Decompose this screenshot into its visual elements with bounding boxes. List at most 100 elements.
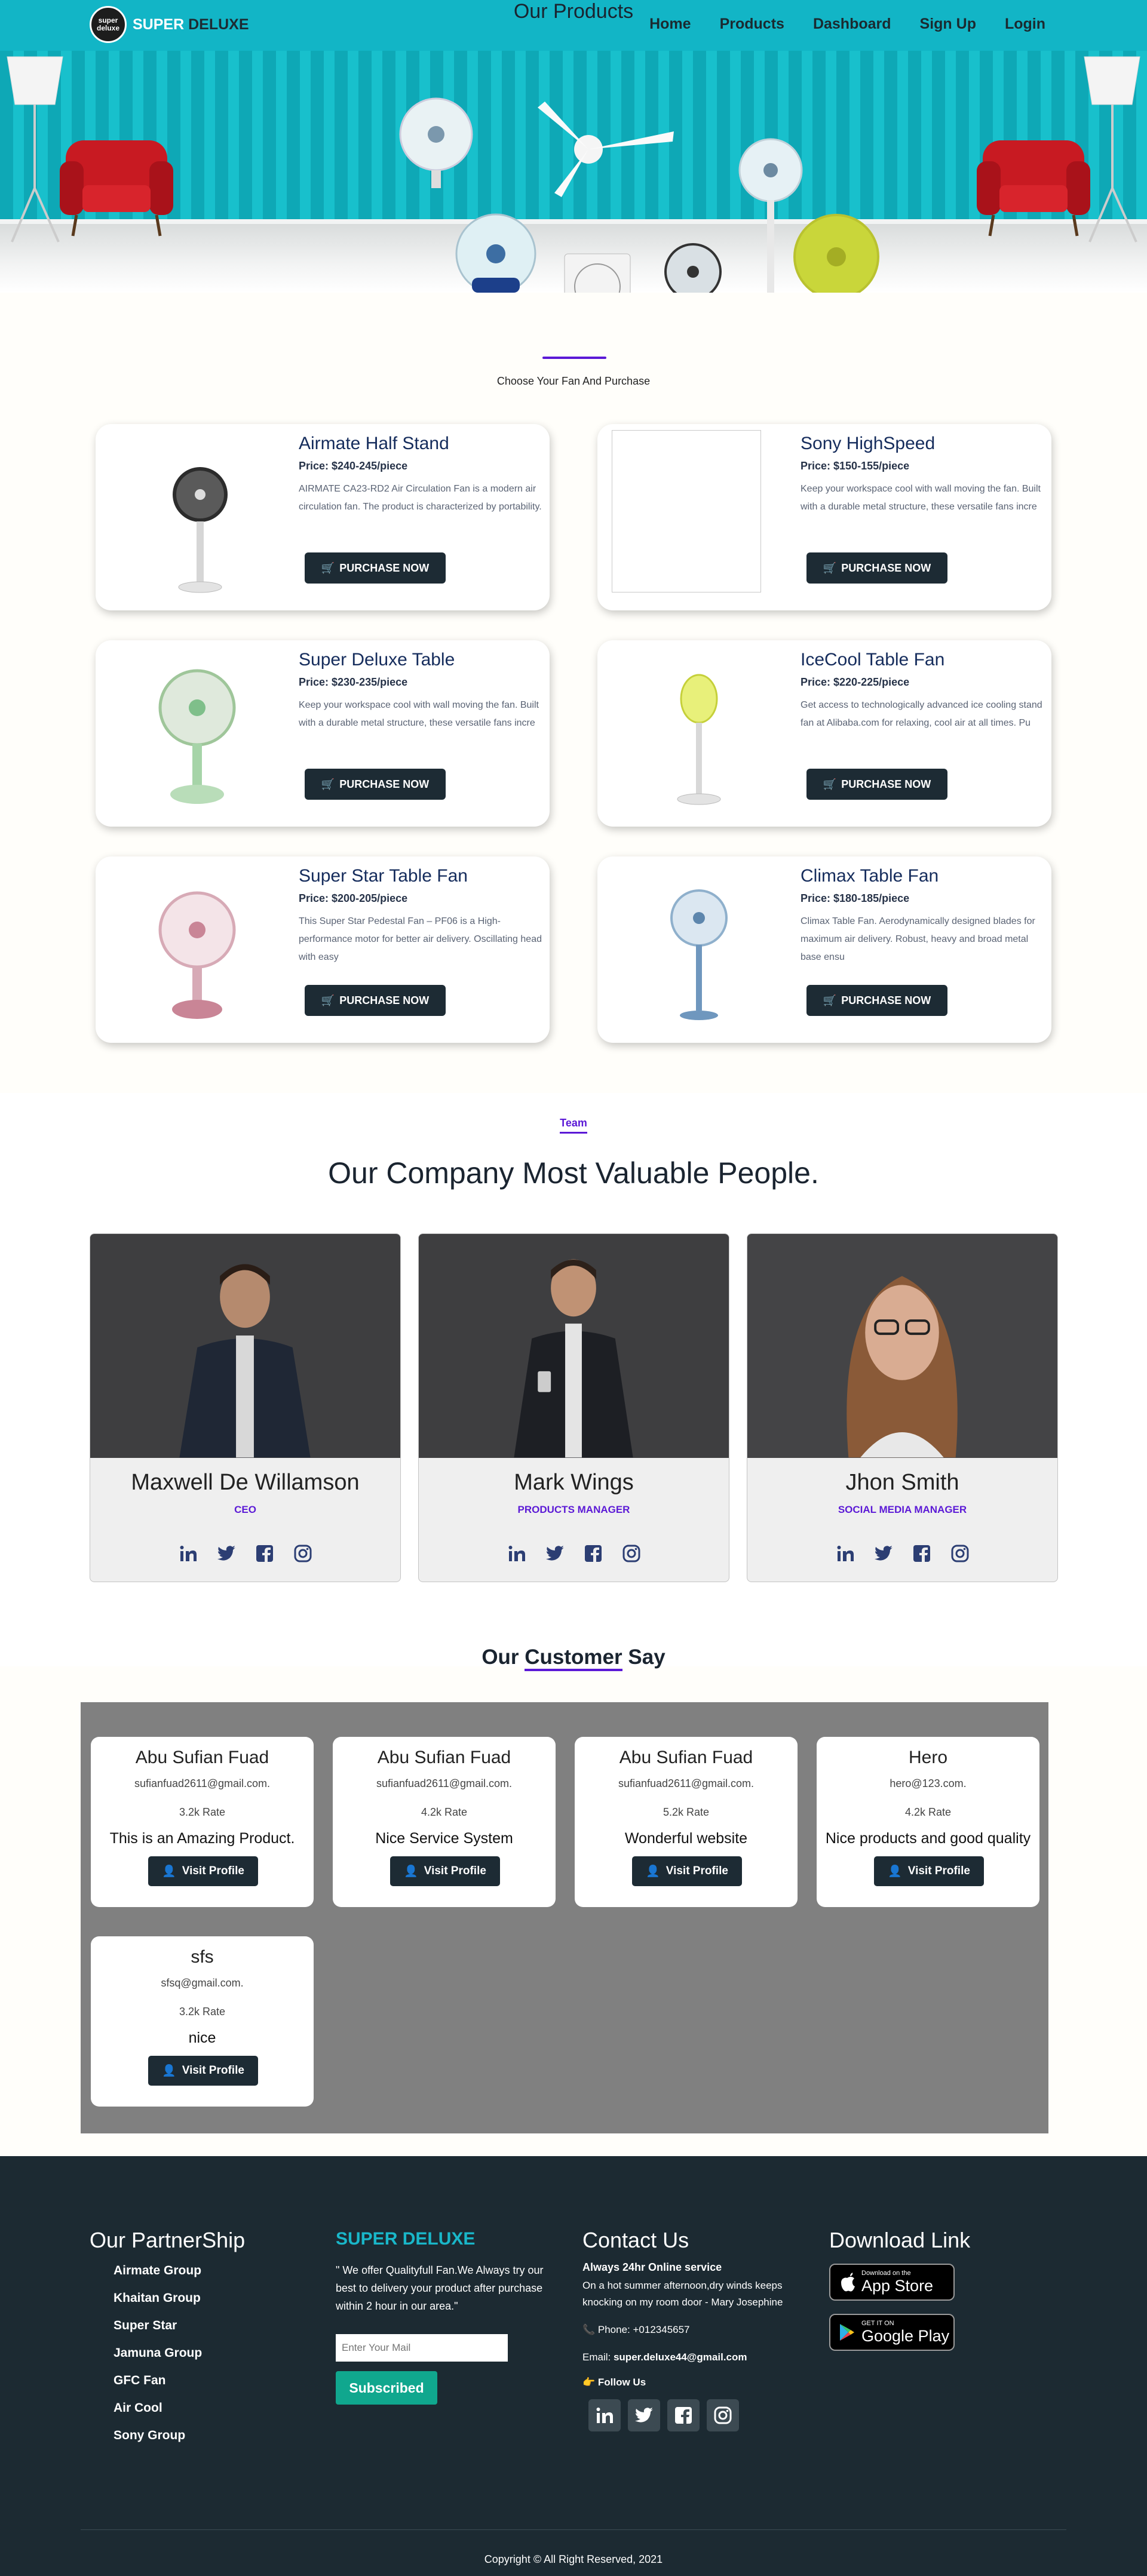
user-icon: 👤 <box>162 2065 176 2077</box>
visit-profile-label: Visit Profile <box>182 2064 244 2077</box>
google-play-badge[interactable]: GET IT ON Google Play <box>829 2314 955 2351</box>
reviewer-name: Abu Sufian Fuad <box>377 1748 511 1767</box>
visit-profile-button[interactable]: 👤 Visit Profile <box>390 1856 500 1886</box>
partner-link[interactable]: Sony Group <box>114 2428 245 2443</box>
reviewer-name: Hero <box>908 1748 948 1767</box>
purchase-now-button[interactable]: 🛒 PURCHASE NOW <box>806 769 947 800</box>
purchase-now-label: PURCHASE NOW <box>339 994 430 1006</box>
member-socials <box>747 1543 1057 1564</box>
partner-link[interactable]: Airmate Group <box>114 2264 245 2278</box>
purchase-now-button[interactable]: 🛒 PURCHASE NOW <box>806 552 947 584</box>
yellow-table-fan-icon <box>793 214 879 293</box>
twitter-icon[interactable] <box>628 2399 660 2431</box>
product-description: This Super Star Pedestal Fan – PF06 is a… <box>299 916 542 962</box>
reviewer-name: Abu Sufian Fuad <box>619 1748 753 1767</box>
visit-profile-button[interactable]: 👤 Visit Profile <box>148 2056 258 2086</box>
footer: Our PartnerShip Airmate Group Khaitan Gr… <box>0 2156 1147 2576</box>
review-text: nice <box>188 2030 216 2046</box>
user-icon: 👤 <box>646 1865 660 1878</box>
purchase-now-button[interactable]: 🛒 PURCHASE NOW <box>806 985 947 1016</box>
partner-link[interactable]: Air Cool <box>114 2401 245 2415</box>
products-title: Our Products <box>513 0 634 23</box>
contact-email: Email: super.deluxe44@gmail.com <box>582 2349 798 2366</box>
footer-socials <box>588 2399 798 2431</box>
twitter-icon[interactable] <box>216 1543 237 1564</box>
product-card: IceCool Table Fan Price: $220-225/piece … <box>597 640 1051 827</box>
products-subtitle: Choose Your Fan And Purchase <box>496 375 651 387</box>
review-card: Abu Sufian Fuad sufianfuad2611@gmail.com… <box>575 1737 798 1907</box>
product-card: Climax Table Fan Price: $180-185/piece C… <box>597 856 1051 1043</box>
facebook-icon[interactable] <box>667 2399 700 2431</box>
google-play-big: Google Play <box>861 2326 950 2345</box>
member-photo <box>747 1234 1057 1458</box>
partners-title: Our PartnerShip <box>90 2228 246 2252</box>
cart-icon: 🛒 <box>321 561 335 574</box>
visit-profile-button[interactable]: 👤 Visit Profile <box>148 1856 258 1886</box>
email-value[interactable]: super.deluxe44@gmail.com <box>614 2351 747 2363</box>
table-fan-blue-icon <box>455 213 536 293</box>
product-name: Airmate Half Stand <box>299 434 449 453</box>
member-role: CEO <box>234 1504 256 1515</box>
brand-logo-line2: deluxe <box>96 24 119 32</box>
purchase-now-label: PURCHASE NOW <box>339 778 430 790</box>
footer-contact: Contact Us Always 24hr Online service On… <box>582 2228 798 2431</box>
customers-title: Our Customer Say <box>0 1645 1147 1671</box>
purchase-now-button[interactable]: 🛒 PURCHASE NOW <box>305 985 446 1016</box>
linkedin-icon[interactable] <box>588 2399 621 2431</box>
product-name: IceCool Table Fan <box>801 650 945 670</box>
facebook-icon[interactable] <box>583 1543 603 1564</box>
partner-link[interactable]: Jamuna Group <box>114 2346 245 2360</box>
facebook-icon[interactable] <box>254 1543 275 1564</box>
newsletter-email-input[interactable] <box>336 2334 508 2362</box>
download-title: Download Link <box>829 2228 971 2252</box>
review-text: Nice products and good quality <box>825 1830 1031 1847</box>
product-description: Keep your workspace cool with wall movin… <box>299 700 539 728</box>
partner-link[interactable]: GFC Fan <box>114 2374 245 2388</box>
product-description: Climax Table Fan. Aerodynamically design… <box>801 916 1035 962</box>
visit-profile-button[interactable]: 👤 Visit Profile <box>632 1856 742 1886</box>
purchase-now-label: PURCHASE NOW <box>841 778 931 790</box>
instagram-icon[interactable] <box>950 1543 970 1564</box>
visit-profile-label: Visit Profile <box>424 1865 486 1877</box>
armchair-right-icon <box>977 140 1090 237</box>
reviewer-name: sfs <box>191 1947 214 1967</box>
cart-icon: 🛒 <box>823 561 837 574</box>
contact-text: On a hot summer afternoon,dry winds keep… <box>582 2280 783 2308</box>
product-image <box>173 467 228 593</box>
cart-icon: 🛒 <box>823 778 837 790</box>
user-icon: 👤 <box>404 1865 418 1878</box>
product-price: Price: $180-185/piece <box>801 892 910 904</box>
app-store-badge[interactable]: Download on the App Store <box>829 2264 955 2301</box>
purchase-now-button[interactable]: 🛒 PURCHASE NOW <box>305 769 446 800</box>
product-name: Super Deluxe Table <box>299 650 455 670</box>
subscribe-button[interactable]: Subscribed <box>336 2371 437 2405</box>
product-card: Airmate Half Stand Price: $240-245/piece… <box>96 424 550 610</box>
member-name: Jhon Smith <box>845 1470 959 1495</box>
phone-text: Phone: +012345657 <box>597 2324 690 2335</box>
linkedin-icon[interactable] <box>507 1543 527 1564</box>
twitter-icon[interactable] <box>545 1543 565 1564</box>
footer-brand: SUPER DELUXE <box>336 2229 476 2249</box>
purchase-now-label: PURCHASE NOW <box>841 561 931 574</box>
partner-link[interactable]: Super Star <box>114 2319 245 2333</box>
partner-link[interactable]: Khaitan Group <box>114 2291 245 2305</box>
member-role: PRODUCTS MANAGER <box>517 1504 630 1515</box>
customers-title-prefix: Our <box>482 1645 525 1669</box>
linkedin-icon[interactable] <box>835 1543 855 1564</box>
app-store-big: App Store <box>861 2276 934 2295</box>
facebook-icon[interactable] <box>912 1543 932 1564</box>
linkedin-icon[interactable] <box>178 1543 198 1564</box>
product-price: Price: $240-245/piece <box>299 460 408 472</box>
twitter-icon[interactable] <box>873 1543 894 1564</box>
purchase-now-button[interactable]: 🛒 PURCHASE NOW <box>305 552 446 584</box>
customer-reviews-panel: Abu Sufian Fuad sufianfuad2611@gmail.com… <box>81 1702 1048 2133</box>
stand-fan-icon <box>738 138 803 293</box>
instagram-icon[interactable] <box>293 1543 313 1564</box>
instagram-icon[interactable] <box>621 1543 642 1564</box>
product-price: Price: $220-225/piece <box>801 676 910 688</box>
instagram-icon[interactable] <box>707 2399 739 2431</box>
box-fan-icon <box>564 253 631 293</box>
reviewer-email: sufianfuad2611@gmail.com. <box>618 1777 755 1789</box>
reviewer-rate: 4.2k Rate <box>904 1806 952 1818</box>
visit-profile-button[interactable]: 👤 Visit Profile <box>874 1856 984 1886</box>
